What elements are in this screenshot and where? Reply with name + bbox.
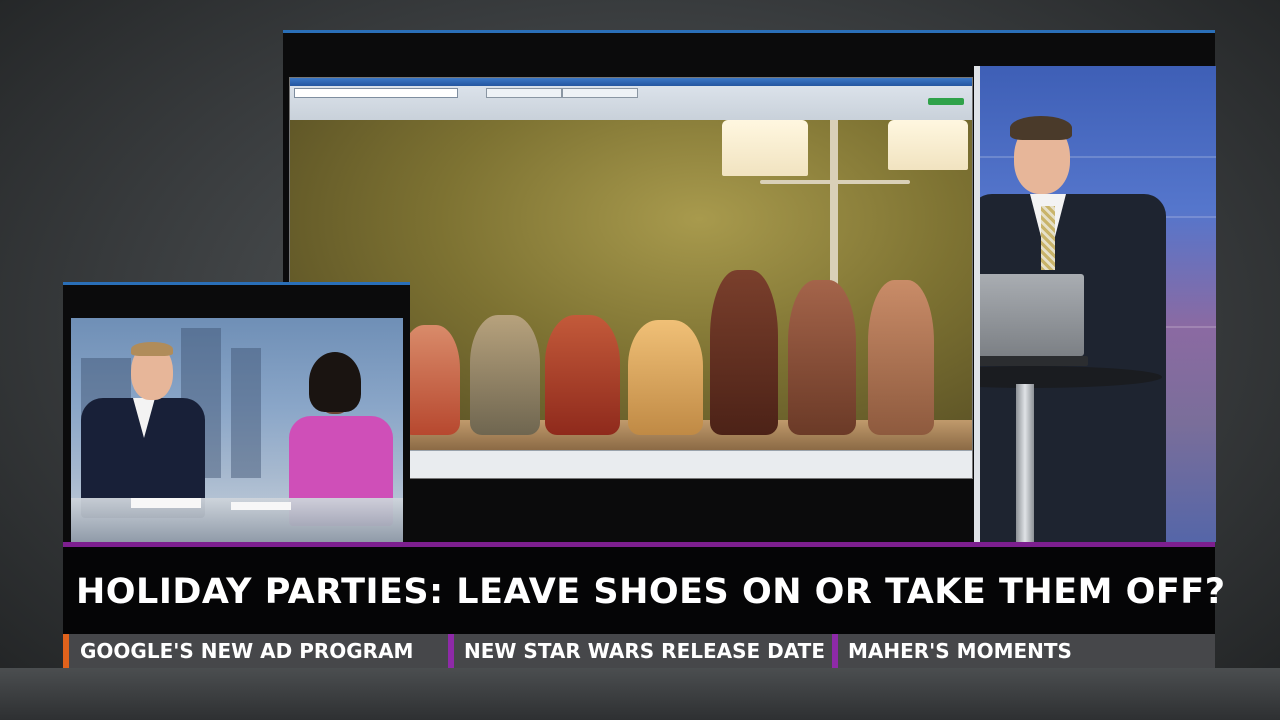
presenter-hair <box>1010 116 1072 140</box>
browser-tab <box>562 88 638 98</box>
shoe <box>545 315 620 435</box>
ticker-item-star-wars: NEW STAR WARS RELEASE DATE <box>464 639 825 663</box>
address-bar <box>294 88 458 98</box>
male-anchor-hair <box>131 342 173 356</box>
laptop-base <box>980 356 1088 366</box>
studio-presenter-shot <box>974 66 1216 542</box>
skyline-building <box>231 348 261 478</box>
anchors-desk-shot <box>71 318 403 542</box>
browser-titlebar <box>290 78 972 86</box>
browser-button <box>928 98 964 105</box>
lamp-shade <box>722 120 808 176</box>
shoe <box>470 315 540 435</box>
ticker-item-google: GOOGLE'S NEW AD PROGRAM <box>80 639 414 663</box>
shoe <box>868 280 934 435</box>
lamp-shade <box>888 120 968 170</box>
headline-text: HOLIDAY PARTIES: LEAVE SHOES ON OR TAKE … <box>76 572 1226 612</box>
ticker-item-maher: MAHER'S MOMENTS <box>848 639 1072 663</box>
shoe <box>628 320 703 435</box>
background-floor <box>0 668 1280 720</box>
laptop <box>980 274 1084 356</box>
shoe <box>710 270 778 435</box>
presenter-tie <box>1041 206 1055 270</box>
lamp-arm <box>760 180 910 184</box>
browser-toolbar <box>290 78 972 121</box>
female-anchor-hair <box>309 352 361 412</box>
podium-pole <box>1016 384 1034 542</box>
desk-papers <box>131 498 201 508</box>
desk-papers <box>231 502 291 510</box>
shoe <box>788 280 856 435</box>
browser-tab <box>486 88 562 98</box>
